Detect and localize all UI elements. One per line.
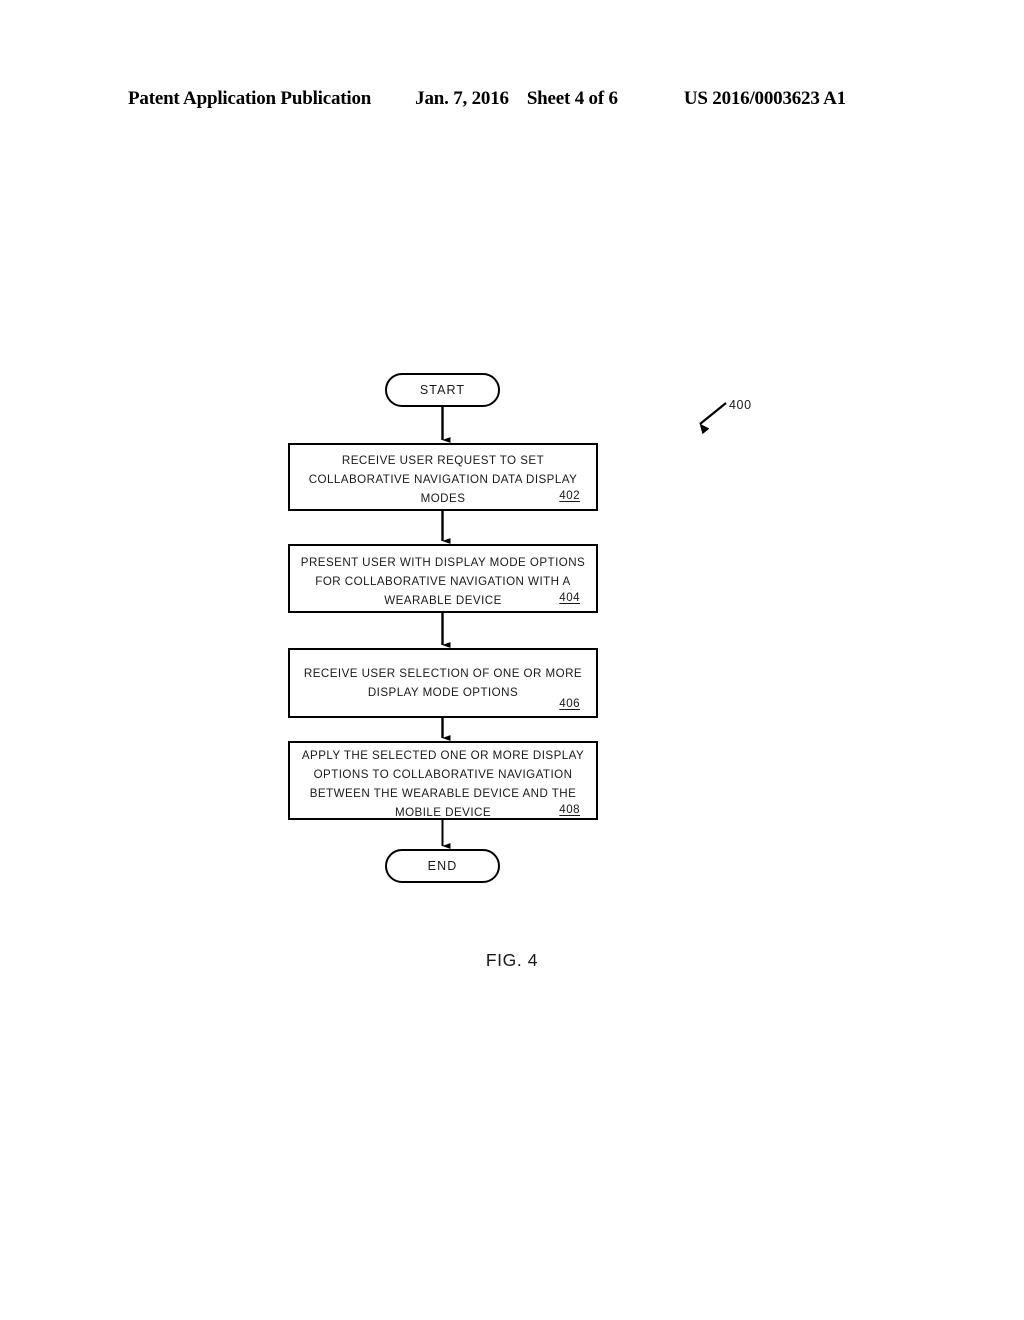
process-box-406: RECEIVE USER SELECTION OF ONE OR MORE DI… <box>288 648 598 718</box>
flowchart-figure: START RECEIVE USER REQUEST TO SET COLLAB… <box>0 0 1024 1320</box>
process-box-406-line-1: RECEIVE USER SELECTION OF ONE OR MORE <box>303 667 583 680</box>
reference-number-406: 406 <box>559 697 580 710</box>
process-box-402-line-2: COLLABORATIVE NAVIGATION DATA DISPLAY <box>308 473 578 486</box>
process-box-402-line-1: RECEIVE USER REQUEST TO SET <box>341 454 545 467</box>
process-box-408-line-2: OPTIONS TO COLLABORATIVE NAVIGATION <box>313 768 573 781</box>
terminal-end: END <box>385 849 500 883</box>
reference-number-402: 402 <box>559 489 580 502</box>
process-box-408-line-3: BETWEEN THE WEARABLE DEVICE AND THE <box>309 787 577 800</box>
process-box-402: RECEIVE USER REQUEST TO SET COLLABORATIV… <box>288 443 598 511</box>
reference-number-404: 404 <box>559 591 580 604</box>
process-box-404-line-1: PRESENT USER WITH DISPLAY MODE OPTIONS <box>300 556 586 569</box>
process-box-404: PRESENT USER WITH DISPLAY MODE OPTIONS F… <box>288 544 598 613</box>
terminal-start: START <box>385 373 500 407</box>
process-box-408-line-1: APPLY THE SELECTED ONE OR MORE DISPLAY <box>301 749 585 762</box>
terminal-end-label: END <box>427 859 458 873</box>
figure-reference-number-400: 400 <box>729 398 752 412</box>
reference-number-408: 408 <box>559 803 580 816</box>
process-box-402-line-3: MODES <box>420 492 466 505</box>
process-box-404-line-2: FOR COLLABORATIVE NAVIGATION WITH A <box>315 575 571 588</box>
terminal-start-label: START <box>419 383 466 397</box>
process-box-406-line-2: DISPLAY MODE OPTIONS <box>367 686 519 699</box>
figure-caption: FIG. 4 <box>485 950 539 970</box>
process-box-408: APPLY THE SELECTED ONE OR MORE DISPLAY O… <box>288 741 598 820</box>
process-box-404-line-3: WEARABLE DEVICE <box>384 594 502 607</box>
callout-leader-arrow <box>699 402 727 435</box>
process-box-408-line-4: MOBILE DEVICE <box>394 806 492 819</box>
